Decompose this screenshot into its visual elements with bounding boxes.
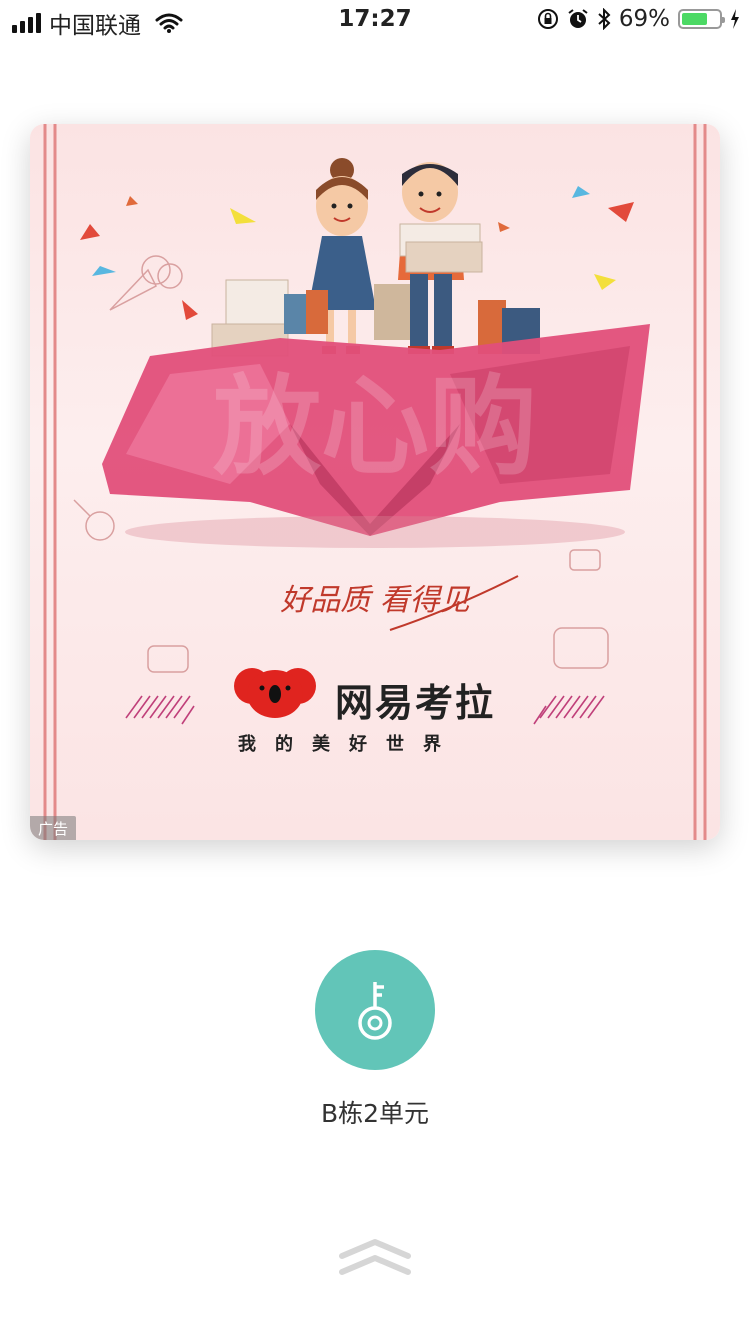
ad-headline: 放心购 (213, 365, 537, 490)
battery-level (682, 13, 707, 25)
ad-badge: 广告 (30, 816, 76, 840)
ad-brand-slogan: 我的美好世界 (238, 734, 460, 755)
double-chevron-up-icon[interactable] (338, 1236, 412, 1280)
koala-logo-icon (234, 668, 316, 718)
battery-percent: 69% (618, 6, 670, 32)
charging-icon (731, 9, 739, 29)
key-icon (358, 982, 392, 1040)
ad-brand-name: 网易考拉 (335, 681, 496, 725)
alarm-icon (568, 9, 588, 28)
door-label: B栋2单元 (320, 1099, 430, 1128)
unlock-door-button[interactable] (315, 950, 435, 1070)
battery-icon (678, 9, 725, 29)
bluetooth-icon (598, 8, 611, 30)
status-bar: 中国联通 17:27 69% (0, 0, 750, 40)
orientation-lock-icon (537, 9, 558, 29)
ad-tagline: 好品质 看得见 (280, 583, 471, 618)
status-right: 69% (537, 6, 740, 32)
ad-banner[interactable]: 放心购 好品质 看得见 网易考拉 我的美好世界 广告 (30, 124, 720, 840)
